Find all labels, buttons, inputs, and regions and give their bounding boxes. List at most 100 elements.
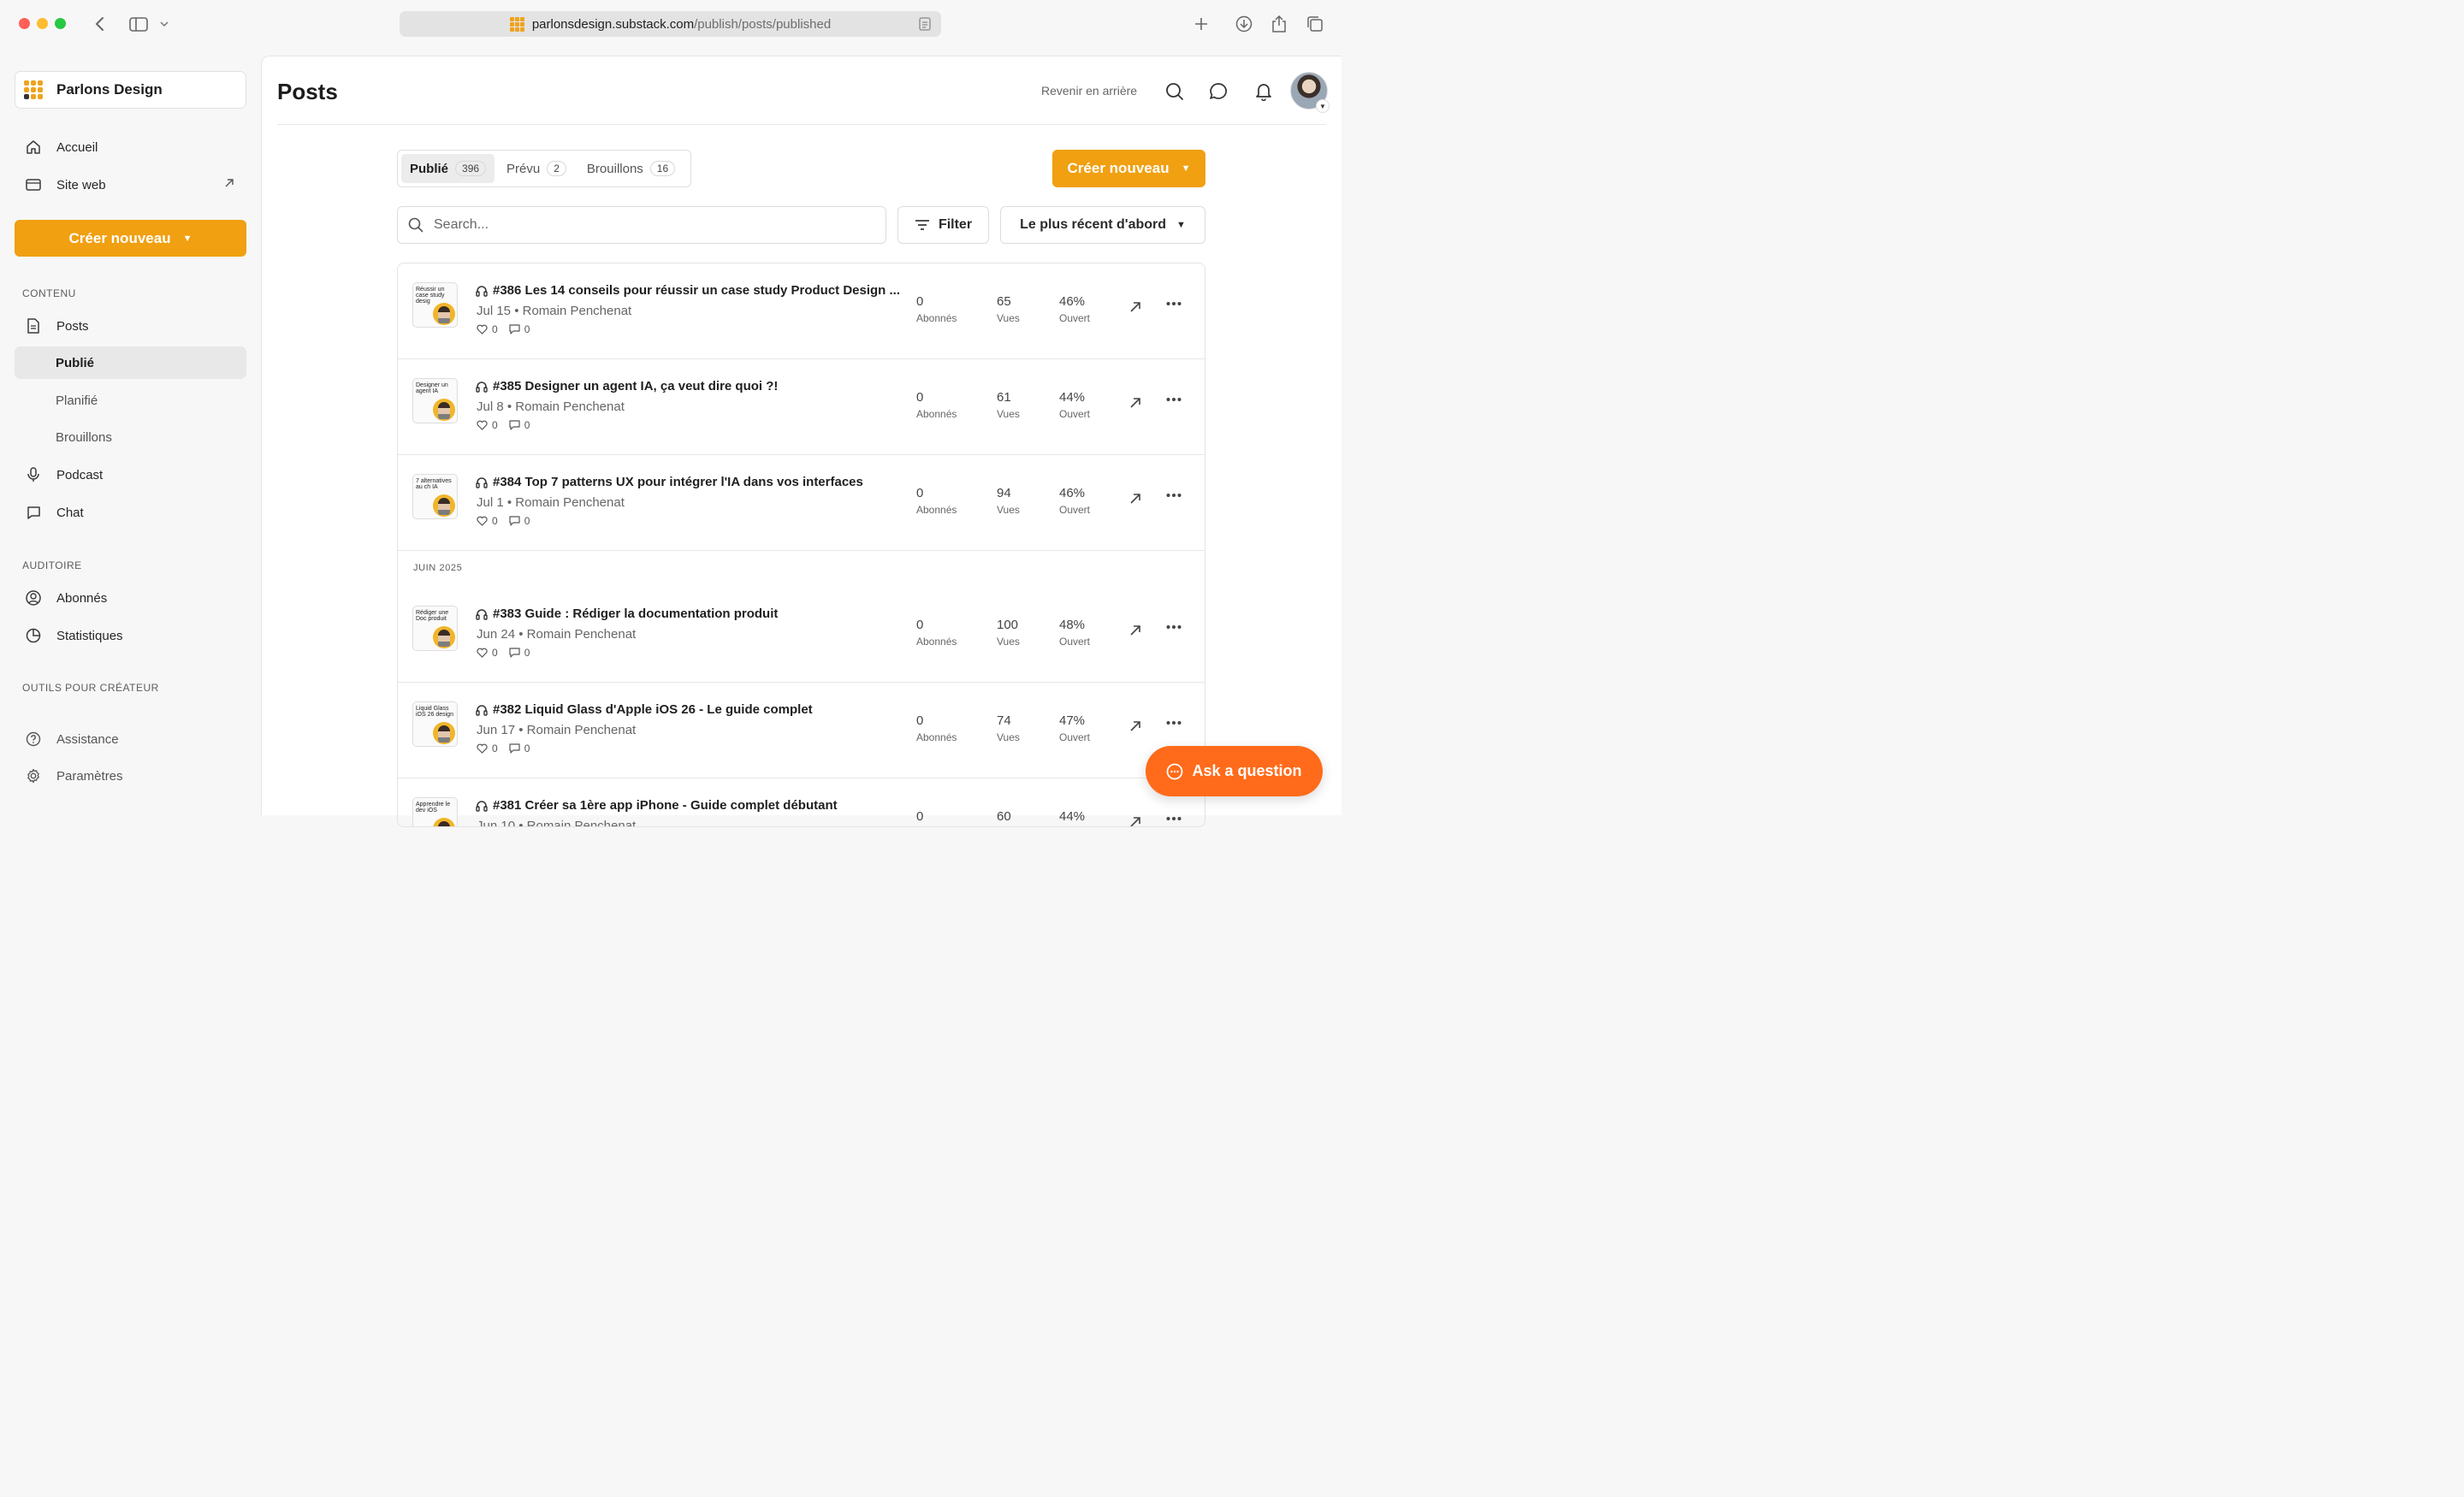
likes-value: 0 [492, 515, 498, 527]
sidebar-item-label: Podcast [56, 467, 104, 482]
page-title: Posts [277, 79, 338, 104]
meta-separator: • [511, 304, 523, 318]
post-reactions: 0 0 [477, 419, 541, 431]
publication-switcher[interactable]: Parlons Design [15, 71, 246, 109]
document-icon [24, 317, 43, 335]
search-icon[interactable] [1164, 80, 1186, 103]
sidebar-item-drafts[interactable]: Brouillons [15, 421, 246, 453]
more-options-icon[interactable] [1166, 301, 1182, 306]
post-title-text: #382 Liquid Glass d'Apple iOS 26 - Le gu… [493, 702, 813, 717]
post-reactions: 0 0 [477, 515, 541, 527]
search-input[interactable] [434, 217, 862, 233]
reader-mode-icon[interactable] [919, 17, 931, 34]
minimize-window-button[interactable] [37, 18, 48, 29]
more-options-icon[interactable] [1166, 720, 1182, 725]
sort-dropdown[interactable]: Le plus récent d'abord ▼ [1000, 206, 1205, 244]
meta-separator: • [503, 495, 516, 510]
create-new-label: Créer nouveau [68, 229, 171, 246]
close-window-button[interactable] [19, 18, 30, 29]
sidebar-item-subscribers[interactable]: Abonnés [15, 582, 246, 614]
zoom-window-button[interactable] [55, 18, 66, 29]
heart-icon [477, 324, 488, 334]
sidebar-toggle-icon[interactable] [127, 12, 151, 36]
tab-label: Brouillons [586, 161, 643, 176]
tab-drafts[interactable]: Brouillons 16 [578, 154, 684, 183]
post-title[interactable]: #385 Designer un agent IA, ça veut dire … [476, 379, 778, 393]
post-date: Jul 8 [477, 399, 504, 414]
heart-icon [477, 420, 488, 430]
sidebar-item-label: Brouillons [56, 429, 112, 445]
likes-count: 0 [477, 419, 498, 431]
post-title[interactable]: #383 Guide : Rédiger la documentation pr… [476, 606, 778, 621]
more-options-icon[interactable] [1166, 816, 1182, 821]
sidebar-item-scheduled[interactable]: Planifié [15, 384, 246, 417]
post-row[interactable]: 7 alternatives au ch IA #384 Top 7 patte… [398, 455, 1205, 551]
post-row[interactable]: Designer un agent IA #385 Designer un ag… [398, 359, 1205, 455]
tab-overview-icon[interactable] [1303, 12, 1327, 36]
comments-value: 0 [524, 743, 530, 754]
sidebar-item-website[interactable]: Site web [15, 169, 246, 201]
post-title[interactable]: #386 Les 14 conseils pour réussir un cas… [476, 283, 900, 298]
address-bar[interactable]: parlonsdesign.substack.com/publish/posts… [400, 11, 941, 37]
sidebar-item-home[interactable]: Accueil [15, 131, 246, 163]
stat-value: 47% [1059, 713, 1086, 728]
post-title-text: #386 Les 14 conseils pour réussir un cas… [493, 283, 901, 298]
tab-scheduled[interactable]: Prévu 2 [498, 154, 575, 183]
heart-icon [477, 516, 488, 526]
back-icon[interactable] [87, 12, 111, 36]
open-post-icon[interactable] [1129, 301, 1141, 313]
filter-button[interactable]: Filter [897, 206, 989, 244]
post-title[interactable]: #381 Créer sa 1ère app iPhone - Guide co… [476, 798, 838, 813]
share-icon[interactable] [1267, 12, 1291, 36]
post-thumbnail: Rédiger une Doc produit [412, 606, 458, 651]
create-new-button[interactable]: Créer nouveau ▼ [1052, 150, 1205, 187]
more-options-icon[interactable] [1166, 624, 1182, 630]
post-reactions: 0 0 [477, 647, 541, 659]
open-post-icon[interactable] [1129, 624, 1141, 636]
download-icon[interactable] [1232, 12, 1256, 36]
stat-opened: 46% Ouvert [1059, 294, 1090, 324]
more-options-icon[interactable] [1166, 493, 1182, 498]
open-post-icon[interactable] [1129, 720, 1141, 732]
go-back-link[interactable]: Revenir en arrière [1041, 84, 1137, 98]
caret-down-icon[interactable]: ▼ [1316, 99, 1330, 113]
chat-icon[interactable] [1207, 80, 1229, 103]
sidebar-item-stats[interactable]: Statistiques [15, 619, 246, 652]
more-options-icon[interactable] [1166, 397, 1182, 402]
stat-value: 0 [916, 294, 924, 309]
post-row[interactable]: Liquid Glass iOS 26 design #382 Liquid G… [398, 683, 1205, 778]
post-row[interactable]: Réussir un case study desig #386 Les 14 … [398, 263, 1205, 359]
ask-question-button[interactable]: Ask a question [1146, 746, 1323, 796]
post-row[interactable]: Rédiger une Doc produit #383 Guide : Réd… [398, 587, 1205, 683]
stat-subscribers: 0 Abonnés [916, 486, 957, 516]
stat-opened: 46% Ouvert [1059, 486, 1090, 516]
sidebar-item-published[interactable]: Publié [15, 346, 246, 379]
filter-label: Filter [938, 217, 973, 232]
bell-icon[interactable] [1253, 80, 1275, 103]
post-title[interactable]: #382 Liquid Glass d'Apple iOS 26 - Le gu… [476, 702, 813, 717]
chevron-down-icon[interactable] [152, 12, 176, 36]
post-title[interactable]: #384 Top 7 patterns UX pour intégrer l'I… [476, 475, 863, 489]
section-label-tools: OUTILS POUR CRÉATEUR [22, 682, 159, 694]
sidebar-item-help[interactable]: Assistance [15, 723, 246, 755]
new-tab-icon[interactable] [1189, 12, 1213, 36]
tab-published[interactable]: Publié 396 [401, 154, 495, 183]
create-new-sidebar-button[interactable]: Créer nouveau ▼ [15, 220, 246, 257]
post-author: Romain Penchenat [526, 819, 637, 827]
post-thumbnail: Designer un agent IA [412, 378, 458, 423]
post-reactions: 0 0 [477, 323, 541, 335]
stat-subscribers: 0 Abonnés [916, 294, 957, 324]
sidebar-item-podcast[interactable]: Podcast [15, 459, 246, 491]
post-date: Jul 1 [477, 495, 504, 510]
likes-count: 0 [477, 647, 498, 659]
open-post-icon[interactable] [1129, 493, 1141, 505]
header-divider [277, 124, 1326, 125]
stat-value: 0 [916, 486, 924, 500]
open-post-icon[interactable] [1129, 816, 1141, 826]
open-post-icon[interactable] [1129, 397, 1141, 409]
post-row[interactable]: Apprendre le dev iOS #381 Créer sa 1ère … [398, 778, 1205, 827]
url-path: /publish/posts/published [694, 16, 832, 32]
sidebar-item-posts[interactable]: Posts [15, 310, 246, 342]
sidebar-item-settings[interactable]: Paramètres [15, 760, 246, 792]
sidebar-item-chat[interactable]: Chat [15, 496, 246, 529]
